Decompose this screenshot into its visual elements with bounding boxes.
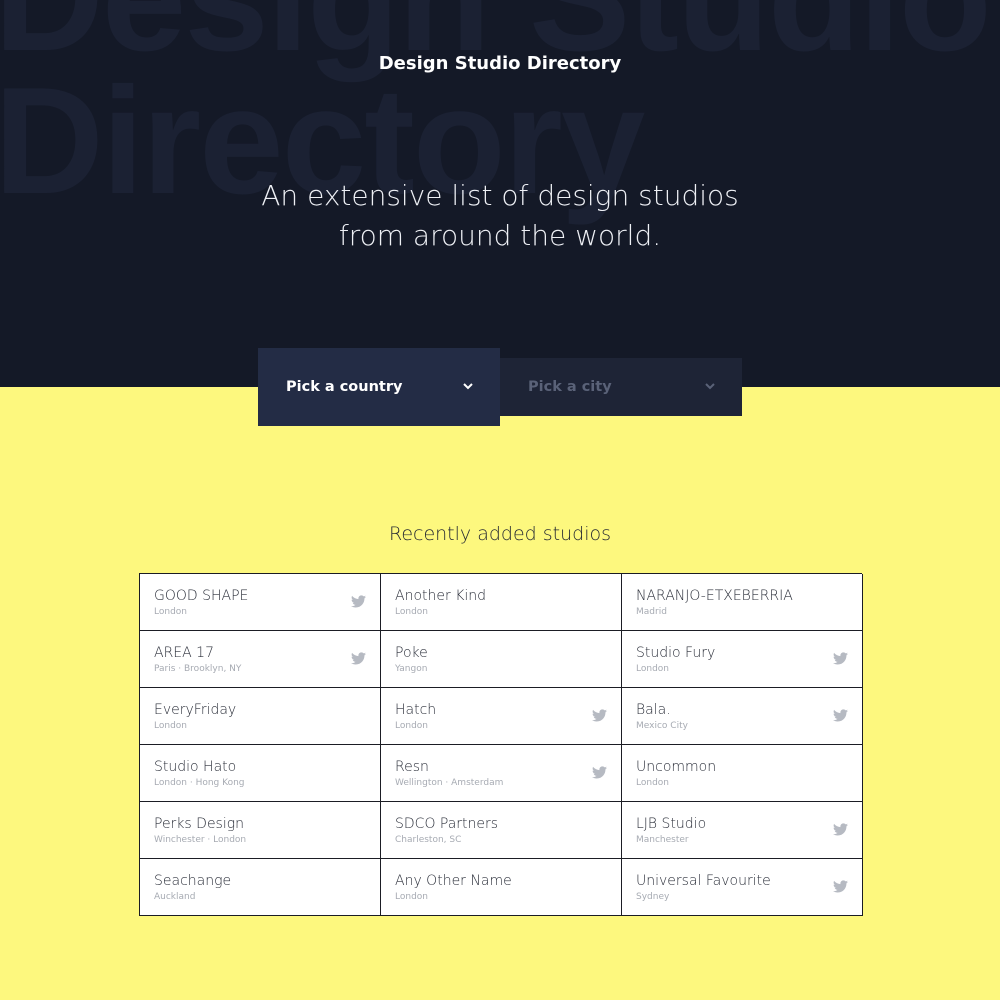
studio-card[interactable]: Poke Yangon	[381, 631, 622, 688]
studio-location: Paris · Brooklyn, NY	[154, 664, 242, 674]
studio-location: London	[395, 607, 428, 617]
studio-location: Winchester · London	[154, 835, 247, 845]
twitter-icon[interactable]	[833, 880, 848, 893]
country-select-label: Pick a country	[286, 379, 403, 395]
twitter-icon[interactable]	[351, 652, 366, 665]
studio-name: Uncommon	[636, 759, 717, 775]
chevron-down-icon	[704, 380, 716, 392]
studio-name: Perks Design	[154, 816, 245, 832]
studio-location: Wellington · Amsterdam	[395, 778, 504, 788]
studio-card[interactable]: EveryFriday London	[140, 688, 381, 745]
studio-name: GOOD SHAPE	[154, 588, 249, 604]
hero-section: Design Studio Directory Design Studio Di…	[0, 0, 1000, 387]
twitter-icon[interactable]	[833, 709, 848, 722]
site-title[interactable]: Design Studio Directory	[0, 53, 1000, 74]
studio-card[interactable]: Hatch London	[381, 688, 622, 745]
studio-name: Poke	[395, 645, 428, 661]
twitter-icon[interactable]	[351, 595, 366, 608]
studio-card[interactable]: SDCO Partners Charleston, SC	[381, 802, 622, 859]
studio-card[interactable]: Uncommon London	[622, 745, 863, 802]
studio-location: Sydney	[636, 892, 670, 902]
studio-name: LJB Studio	[636, 816, 707, 832]
studio-location: London	[154, 607, 187, 617]
studio-name: Studio Hato	[154, 759, 237, 775]
studio-name: EveryFriday	[154, 702, 237, 718]
studio-card[interactable]: Seachange Auckland	[140, 859, 381, 916]
studio-location: London · Hong Kong	[154, 778, 245, 788]
studio-location: London	[636, 778, 669, 788]
studio-location: Charleston, SC	[395, 835, 462, 845]
studio-location: Manchester	[636, 835, 689, 845]
country-select[interactable]: Pick a country	[258, 348, 500, 426]
studio-card[interactable]: Perks Design Winchester · London	[140, 802, 381, 859]
studio-name: Hatch	[395, 702, 437, 718]
studio-card[interactable]: Another Kind London	[381, 574, 622, 631]
studio-location: London	[395, 892, 428, 902]
studio-card[interactable]: Bala. Mexico City	[622, 688, 863, 745]
studio-name: SDCO Partners	[395, 816, 499, 832]
twitter-icon[interactable]	[592, 709, 607, 722]
studio-name: AREA 17	[154, 645, 214, 661]
studio-location: London	[636, 664, 669, 674]
studio-card[interactable]: Any Other Name London	[381, 859, 622, 916]
studio-location: Madrid	[636, 607, 667, 617]
studio-name: Another Kind	[395, 588, 487, 604]
tagline: An extensive list of design studios from…	[261, 179, 739, 252]
studio-location: Yangon	[395, 664, 428, 674]
chevron-down-icon	[462, 380, 474, 392]
studio-card[interactable]: Universal Favourite Sydney	[622, 859, 863, 916]
studio-card[interactable]: GOOD SHAPE London	[140, 574, 381, 631]
studio-card[interactable]: NARANJO-ETXEBERRIA Madrid	[622, 574, 863, 631]
studio-card[interactable]: LJB Studio Manchester	[622, 802, 863, 859]
studio-card[interactable]: Studio Hato London · Hong Kong	[140, 745, 381, 802]
studio-name: Bala.	[636, 702, 671, 718]
recent-studios-title: Recently added studios	[388, 523, 612, 545]
studio-name: Seachange	[154, 873, 232, 889]
studio-location: London	[154, 721, 187, 731]
studio-location: Mexico City	[636, 721, 688, 731]
studio-location: Auckland	[154, 892, 196, 902]
twitter-icon[interactable]	[833, 652, 848, 665]
studio-location: London	[395, 721, 428, 731]
studio-name: Studio Fury	[636, 645, 716, 661]
city-select[interactable]: Pick a city	[500, 358, 742, 416]
studio-name: Resn	[395, 759, 429, 775]
twitter-icon[interactable]	[833, 823, 848, 836]
twitter-icon[interactable]	[592, 766, 607, 779]
studio-card[interactable]: Studio Fury London	[622, 631, 863, 688]
city-select-label: Pick a city	[528, 379, 612, 395]
studio-card[interactable]: AREA 17 Paris · Brooklyn, NY	[140, 631, 381, 688]
studio-name: Universal Favourite	[636, 873, 771, 889]
studio-name: Any Other Name	[395, 873, 512, 889]
studio-name: NARANJO-ETXEBERRIA	[636, 588, 793, 604]
studio-grid: GOOD SHAPE London Another Kind London NARANJ…	[139, 573, 863, 916]
studio-card[interactable]: Resn Wellington · Amsterdam	[381, 745, 622, 802]
